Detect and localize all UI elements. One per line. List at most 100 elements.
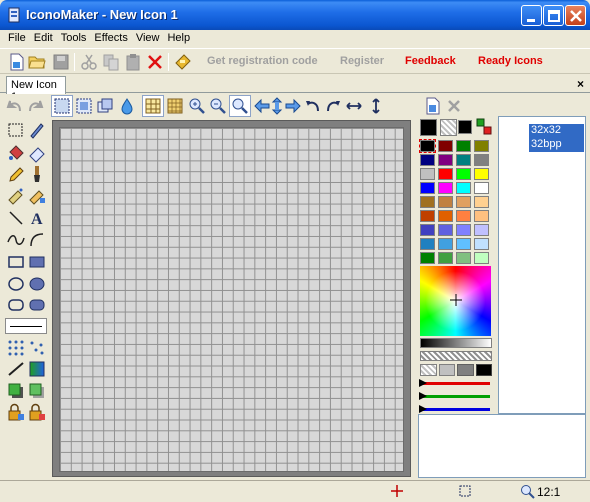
shift-right-icon[interactable] [284,97,302,115]
pixel-grid-icon[interactable] [166,97,184,115]
rectangle-tool-icon[interactable] [6,252,26,272]
delete-icon[interactable] [146,53,164,71]
pen-tool-icon[interactable] [27,120,47,140]
palette-swatch[interactable] [456,224,471,236]
secondary-color-swatch[interactable] [458,120,472,134]
menu-file[interactable]: File [4,30,30,48]
layers-icon[interactable] [96,97,114,115]
layer-effect-icon[interactable] [27,381,47,401]
gray-preset-transparent[interactable] [420,364,437,376]
palette-swatch[interactable] [438,182,453,194]
zoom-in-icon[interactable] [188,97,206,115]
format-size-label[interactable]: 32x32 [529,124,584,138]
palette-swatch[interactable] [456,182,471,194]
palette-swatch[interactable] [438,210,453,222]
menu-effects[interactable]: Effects [90,30,131,48]
palette-swatch[interactable] [438,168,453,180]
get-registration-code-button[interactable]: Get registration code [207,55,318,67]
filled-ellipse-tool-icon[interactable] [27,274,47,294]
drawing-canvas[interactable] [59,127,404,472]
palette-swatch[interactable] [456,140,471,152]
line-tool-icon[interactable] [6,208,26,228]
palette-swatch[interactable] [474,140,489,152]
palette-swatch[interactable] [456,238,471,250]
fill-tool-icon[interactable] [6,143,26,163]
rounded-rect-tool-icon[interactable] [6,295,26,315]
grid-toggle-button[interactable] [142,95,164,117]
dotted-pattern-icon[interactable] [6,338,26,358]
zoom-actual-button[interactable] [229,95,251,117]
gradient-fill-icon[interactable] [27,359,47,379]
palette-swatch[interactable] [438,252,453,264]
menu-help[interactable]: Help [163,30,194,48]
brightness-slider[interactable] [420,338,492,348]
select-all-frame-button[interactable] [51,95,73,117]
paste-icon[interactable] [124,53,142,71]
transparency-drop-icon[interactable] [118,97,136,115]
open-folder-icon[interactable] [28,53,46,71]
green-channel-slider[interactable] [422,395,490,398]
palette-swatch[interactable] [420,182,435,194]
palette-swatch[interactable] [474,210,489,222]
palette-swatch[interactable] [474,252,489,264]
shadow-effect-icon[interactable] [6,381,26,401]
swap-colors-icon[interactable] [476,118,492,136]
palette-swatch[interactable] [456,154,471,166]
palette-swatch[interactable] [456,196,471,208]
cut-icon[interactable] [80,53,98,71]
menu-edit[interactable]: Edit [30,30,57,48]
palette-swatch[interactable] [474,196,489,208]
format-depth-label[interactable]: 32bpp [529,138,584,152]
undo-icon[interactable] [6,97,24,115]
text-tool-icon[interactable]: A [27,208,47,228]
palette-swatch[interactable] [474,224,489,236]
flip-horizontal-icon[interactable] [345,97,363,115]
alpha-slider[interactable] [420,351,492,361]
palette-swatch[interactable] [420,154,435,166]
curve-tool-icon[interactable] [6,230,26,250]
line-width-selector[interactable] [5,318,47,334]
new-file-icon[interactable] [8,53,26,71]
close-tab-icon[interactable]: × [577,77,584,91]
color-picker-wheel[interactable] [420,266,491,336]
flip-vertical-icon[interactable] [367,97,385,115]
red-channel-slider[interactable] [422,382,490,385]
registration-key-icon[interactable] [174,53,192,71]
filled-rectangle-tool-icon[interactable] [27,252,47,272]
red-slider-handle-icon[interactable] [419,379,427,387]
pencil-tool-icon[interactable] [6,164,26,184]
redo-icon[interactable] [26,97,44,115]
blue-slider-handle-icon[interactable] [419,405,427,413]
register-button[interactable]: Register [340,55,384,67]
palette-swatch[interactable] [438,224,453,236]
save-icon[interactable] [52,53,70,71]
rotate-right-icon[interactable] [324,97,342,115]
rect-select-tool-icon[interactable] [6,120,26,140]
close-button[interactable] [565,5,586,26]
transparent-color-swatch[interactable] [440,119,457,136]
arc-tool-icon[interactable] [27,230,47,250]
gray-preset-mid[interactable] [457,364,474,376]
palette-swatch[interactable] [419,139,436,153]
blue-channel-slider[interactable] [422,408,490,411]
lock-transparent-icon[interactable] [6,403,26,423]
palette-swatch[interactable] [420,252,435,264]
maximize-button[interactable] [543,5,564,26]
gray-preset-light[interactable] [438,364,455,376]
filled-rounded-rect-tool-icon[interactable] [27,295,47,315]
tab-new-icon-1[interactable]: New Icon 1 [6,76,66,103]
primary-color-swatch[interactable] [420,119,437,136]
lock-color-icon[interactable] [27,403,47,423]
palette-swatch[interactable] [438,196,453,208]
ready-icons-button[interactable]: Ready Icons [478,55,543,67]
palette-swatch[interactable] [438,238,453,250]
color-replace-tool-icon[interactable] [27,186,47,206]
eraser-tool-icon[interactable] [27,143,47,163]
palette-swatch[interactable] [438,140,453,152]
palette-swatch[interactable] [474,182,489,194]
delete-format-icon[interactable] [445,97,463,115]
copy-icon[interactable] [102,53,120,71]
palette-swatch[interactable] [474,154,489,166]
new-format-icon[interactable] [424,97,442,115]
palette-swatch[interactable] [420,196,435,208]
